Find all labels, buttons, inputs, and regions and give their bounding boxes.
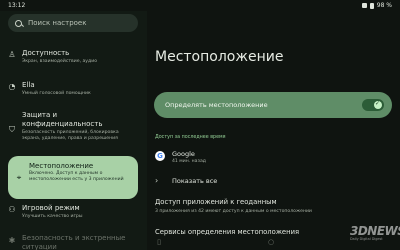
sidebar-item-title: Доступность: [22, 49, 70, 57]
settings-sidebar: Поиск настроек ♙ Доступность Экран, взаи…: [0, 11, 147, 250]
accessibility-icon: ♙: [8, 50, 16, 59]
recent-app-name: Google: [172, 150, 195, 158]
home-icon[interactable]: ○: [267, 238, 275, 246]
sidebar-item-title: Ella: [22, 81, 35, 89]
search-icon: [15, 19, 22, 27]
watermark-logo: 3DNEWS Daily Digital Digest: [350, 224, 400, 246]
battery-icon: [369, 2, 374, 9]
location-toggle-label: Определять местоположение: [165, 101, 268, 109]
app-access-title: Доступ приложений к геоданным: [155, 198, 277, 206]
emergency-icon: ✱: [8, 236, 16, 245]
recent-app-time: 41 мин. назад: [172, 159, 206, 164]
recents-icon[interactable]: ▯: [155, 238, 163, 246]
ella-icon: ◔: [8, 82, 16, 91]
app-location-access-item[interactable]: Доступ приложений к геоданным 3 приложен…: [155, 198, 395, 214]
sidebar-item-title: Безопасность и экстренные ситуации: [22, 234, 126, 250]
switch-knob: [374, 100, 382, 109]
sidebar-item-subtitle: Включено. Доступ к данным о местоположен…: [29, 171, 124, 182]
recent-app-google[interactable]: G Google 41 мин. назад: [155, 148, 385, 168]
wifi-icon: [361, 3, 367, 8]
shield-icon: ⛉: [9, 125, 15, 134]
status-time: 13:12: [8, 2, 26, 9]
sidebar-item-security[interactable]: ⛉ Защита и конфиденциальность Безопаснос…: [8, 110, 138, 152]
show-all-label: Показать все: [172, 177, 218, 185]
location-icon: ⌖: [16, 173, 22, 182]
sidebar-item-ella[interactable]: ◔ Ella Умный голосовой помощник: [8, 80, 138, 102]
battery-level: 98 %: [376, 2, 392, 9]
sidebar-item-game-mode[interactable]: ⚇ Игровой режим Улучшить качество игры: [8, 203, 138, 225]
app-access-subtitle: 3 приложения из 42 имеют доступ к данным…: [155, 209, 312, 214]
recent-access-header: Доступ за последнее время: [155, 135, 226, 140]
sidebar-item-subtitle: Улучшить качество игры: [22, 214, 83, 219]
sidebar-item-location[interactable]: ⌖ Местоположение Включено. Доступ к данн…: [8, 156, 138, 199]
location-settings-pane: Местоположение Определять местоположение…: [147, 11, 400, 250]
chevron-right-icon: ›: [155, 176, 159, 185]
sidebar-item-accessibility[interactable]: ♙ Доступность Экран, взаимодействие, ауд…: [8, 48, 138, 70]
sidebar-item-subtitle: Экран, взаимодействие, аудио: [22, 59, 97, 64]
location-services-item[interactable]: Сервисы определения местоположения: [155, 228, 299, 236]
sidebar-item-subtitle: Безопасность приложений, блокировка экра…: [22, 130, 119, 141]
page-title: Местоположение: [155, 49, 284, 65]
sidebar-item-title: Защита и конфиденциальность: [22, 111, 103, 128]
sidebar-item-subtitle: Умный голосовой помощник: [22, 91, 91, 96]
search-input[interactable]: Поиск настроек: [8, 14, 138, 32]
sidebar-item-title: Игровой режим: [22, 204, 80, 212]
location-toggle-card[interactable]: Определять местоположение: [154, 92, 392, 118]
location-toggle-switch[interactable]: [362, 99, 384, 111]
status-icons: 98 %: [361, 2, 392, 9]
search-placeholder: Поиск настроек: [28, 19, 87, 27]
google-icon: G: [155, 151, 165, 161]
status-bar: 13:12 98 %: [0, 0, 400, 11]
sidebar-item-title: Местоположение: [29, 162, 94, 170]
sidebar-item-emergency[interactable]: ✱ Безопасность и экстренные ситуации: [8, 233, 138, 250]
watermark-text: 3DNEWS: [350, 224, 400, 238]
gamepad-icon: ⚇: [8, 205, 16, 214]
